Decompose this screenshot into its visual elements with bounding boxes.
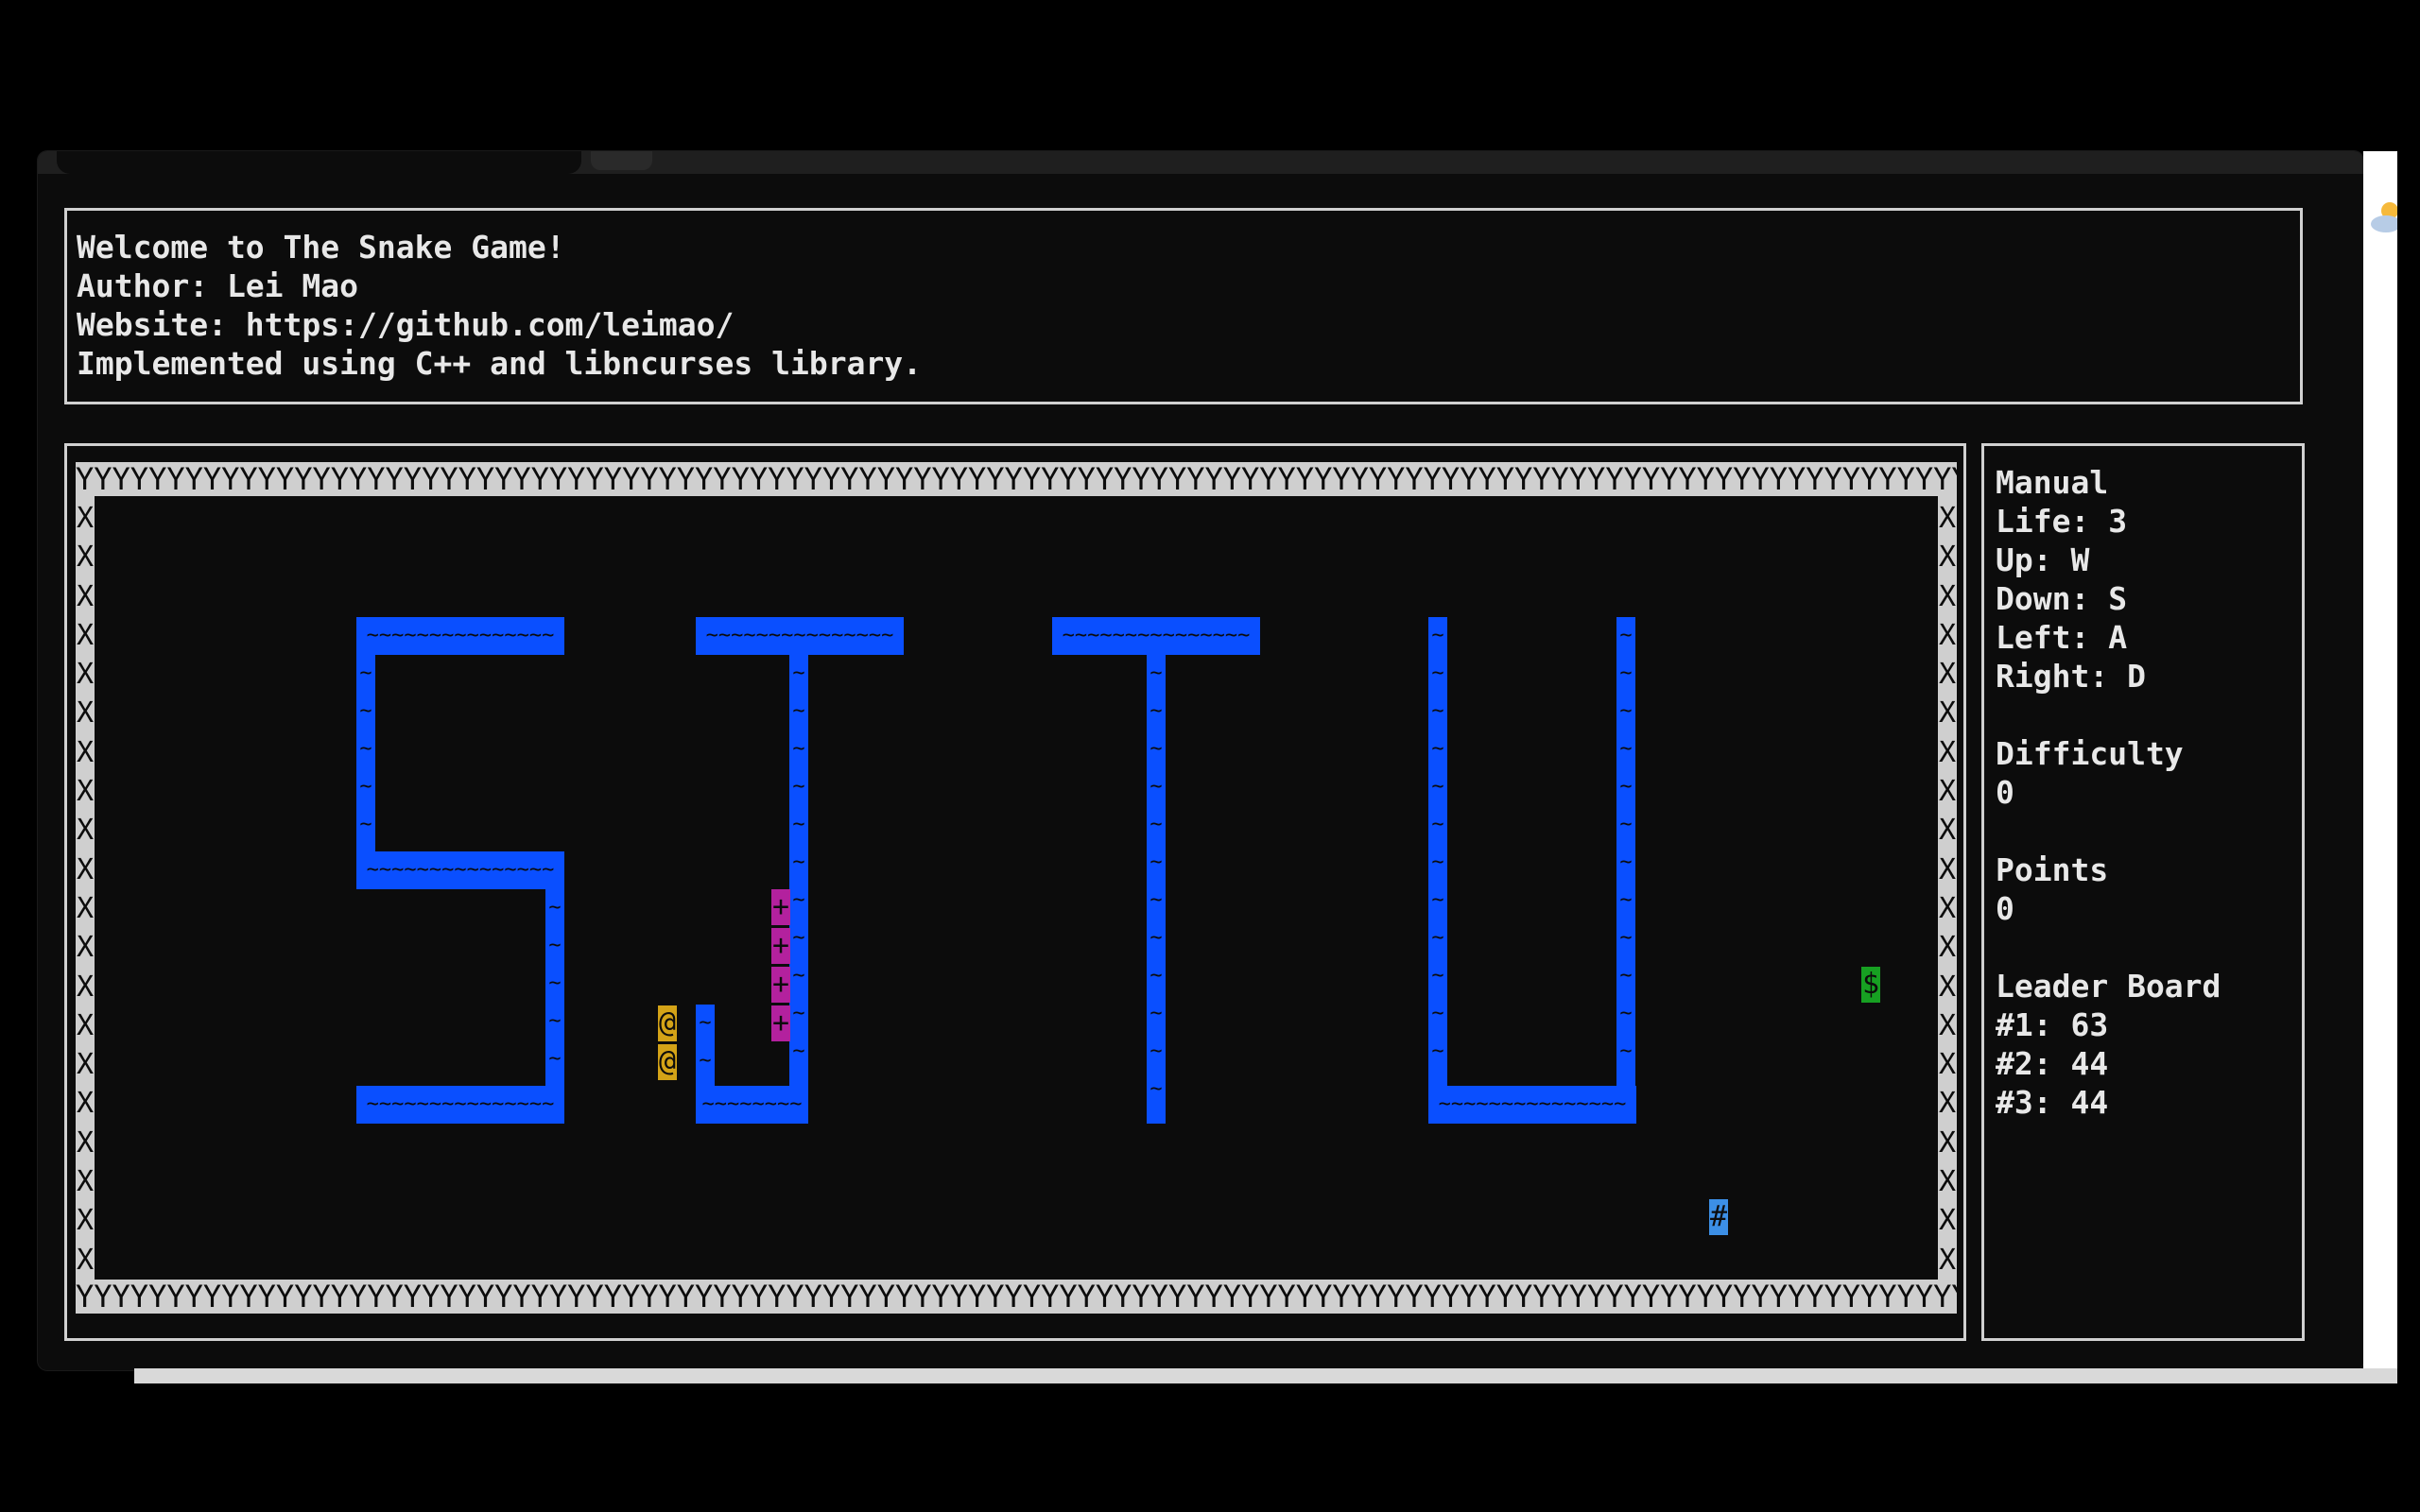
welcome-panel: Welcome to The Snake Game! Author: Lei M… [64, 208, 2303, 404]
board-border-left-chars: XXXXXXXXXXXXXXXXXXXX [76, 499, 95, 1280]
border-char: X [76, 1048, 95, 1082]
border-char: X [76, 1087, 95, 1121]
points-title: Points [1996, 851, 2109, 888]
border-char: X [1938, 1125, 1957, 1160]
leaderboard-rank-2: #2: 44 [1996, 1045, 2109, 1082]
life-count: Life: 3 [1996, 503, 2128, 540]
border-char: X [76, 931, 95, 965]
border-char: X [1938, 541, 1957, 575]
background-strip [134, 1368, 2397, 1383]
new-tab-button[interactable] [591, 151, 652, 170]
border-char: X [1938, 1048, 1957, 1082]
wall-t-top: ~~~~~~~~~~~~~~~ [1052, 617, 1260, 655]
wall-u-left: ~~~~~~~~~~~~ [1428, 617, 1447, 1086]
author-text: Author: Lei Mao [77, 267, 359, 304]
control-left: Left: A [1996, 619, 2128, 656]
border-char: X [1938, 814, 1957, 848]
border-char: X [76, 618, 95, 652]
manual-title: Manual [1996, 464, 2109, 501]
info-sidebar: Manual Life: 3 Up: W Down: S Left: A Rig… [1981, 443, 2305, 1341]
board-border-bottom: YYYYYYYYYYYYYYYYYYYYYYYYYYYYYYYYYYYYYYYY… [76, 1280, 1957, 1314]
board-border-top: YYYYYYYYYYYYYYYYYYYYYYYYYYYYYYYYYYYYYYYY… [76, 462, 1957, 496]
wall-u-bottom: ~~~~~~~~~~~~~~~ [1428, 1086, 1636, 1124]
game-board: ~~~~~~~~~~~~~~~ ~~~~~ ~~~~~~~~~~~~~~~ ~~… [95, 496, 1938, 1280]
border-char: X [1938, 775, 1957, 809]
control-down: Down: S [1996, 580, 2128, 617]
bonus-item: # [1709, 1199, 1728, 1235]
worm-segment: @ [658, 1005, 677, 1041]
wall-j-bottom: ~~~~~~~~ [696, 1086, 808, 1124]
background-strip [2363, 151, 2397, 1383]
points-value: 0 [1996, 890, 2014, 927]
leaderboard-title: Leader Board [1996, 968, 2221, 1005]
border-char: X [76, 970, 95, 1004]
border-char: X [76, 1008, 95, 1042]
difficulty-value: 0 [1996, 774, 2014, 811]
wall-j-hook: ~~ [696, 1005, 715, 1086]
wall-t-stem: ~~~~~~~~~~~~ [1147, 655, 1166, 1124]
leaderboard-rank-1: #1: 63 [1996, 1006, 2109, 1043]
food-item: $ [1861, 967, 1880, 1003]
leaderboard-rank-3: #3: 44 [1996, 1084, 2109, 1121]
difficulty-title: Difficulty [1996, 735, 2184, 772]
border-char: X [1938, 696, 1957, 730]
snake-segment: + [771, 967, 790, 1003]
welcome-text: Welcome to The Snake Game! [77, 229, 565, 266]
border-char: X [76, 1243, 95, 1277]
wall-s-top: ~~~~~~~~~~~~~~~ [356, 617, 564, 655]
border-char: X [76, 696, 95, 730]
border-char: X [76, 891, 95, 925]
border-char: X [76, 1125, 95, 1160]
border-char: X [76, 1204, 95, 1238]
border-char: X [1938, 852, 1957, 886]
border-char: X [76, 852, 95, 886]
border-char: X [1938, 970, 1957, 1004]
border-char: X [1938, 735, 1957, 769]
wall-s-bottom: ~~~~~~~~~~~~~~~ [356, 1086, 564, 1124]
border-char: X [1938, 1165, 1957, 1199]
border-char: X [76, 579, 95, 613]
terminal-tab[interactable] [57, 151, 581, 174]
border-char: X [1938, 1204, 1957, 1238]
wall-j-top: ~~~~~~~~~~~~~~~ [696, 617, 904, 655]
border-char: X [1938, 579, 1957, 613]
border-char: X [1938, 502, 1957, 535]
border-char: X [1938, 891, 1957, 925]
wall-j-stem: ~~~~~~~~~~~~ [789, 655, 808, 1124]
border-char: X [76, 814, 95, 848]
border-char: X [1938, 931, 1957, 965]
weather-icon [2371, 202, 2397, 232]
wall-u-right: ~~~~~~~~~~~~ [1616, 617, 1635, 1086]
wall-s-left: ~~~~~ [356, 655, 375, 851]
border-char: X [76, 502, 95, 535]
snake-segment: + [771, 928, 790, 964]
wall-s-middle: ~~~~~~~~~~~~~~~ [356, 851, 564, 889]
border-char: X [1938, 1008, 1957, 1042]
border-char: X [1938, 1243, 1957, 1277]
border-char: X [76, 775, 95, 809]
border-char: X [76, 658, 95, 692]
board-border-right-chars: XXXXXXXXXXXXXXXXXXXX [1938, 499, 1957, 1280]
control-up: Up: W [1996, 541, 2090, 578]
implementation-text: Implemented using C++ and libncurses lib… [77, 345, 923, 382]
border-char: X [76, 1165, 95, 1199]
wall-s-right: ~~~~~ [545, 889, 564, 1086]
border-char: X [76, 541, 95, 575]
snake-segment: + [771, 889, 790, 925]
control-right: Right: D [1996, 658, 2146, 695]
website-text: Website: https://github.com/leimao/ [77, 306, 735, 343]
worm-segment: @ [658, 1044, 677, 1080]
tab-bar [38, 151, 2363, 174]
border-char: X [76, 735, 95, 769]
border-char: X [1938, 1087, 1957, 1121]
snake-segment: + [771, 1005, 790, 1041]
border-char: X [1938, 658, 1957, 692]
border-char: X [1938, 618, 1957, 652]
